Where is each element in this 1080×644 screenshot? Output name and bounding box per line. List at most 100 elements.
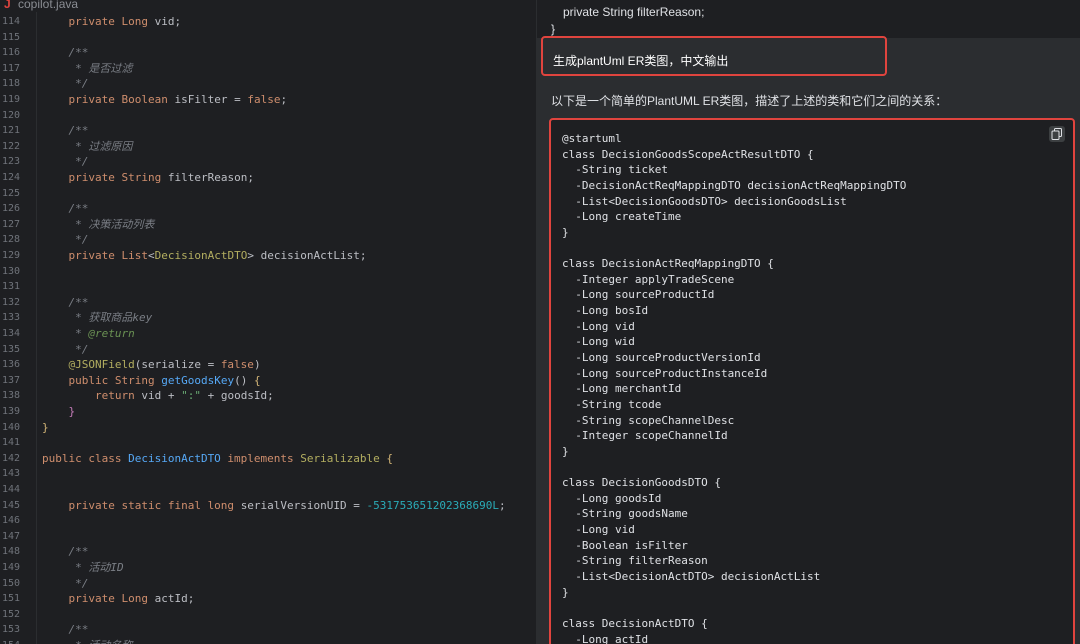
line-number: 116 [1,47,20,59]
line-number: 122 [1,140,20,152]
copy-button[interactable] [1049,126,1065,142]
plantuml-line: -Long sourceProductId [562,288,715,302]
line-number: 115 [1,31,20,43]
line-number: 138 [1,390,20,402]
code-text: private static final long serialVersionU… [42,498,506,512]
plantuml-line: } [562,444,569,458]
code-text: */ [42,155,89,169]
code-line: 132 /** [0,295,536,311]
code-line: 128 */ [0,232,536,248]
plantuml-line: -Long wid [562,335,635,349]
code-line: 139 } [0,404,536,420]
plantuml-code: @startuml class DecisionGoodsScopeActResu… [562,131,906,644]
code-text: */ [42,576,89,590]
code-text: private Boolean isFilter = false; [42,93,288,106]
user-message: 生成plantUml ER类图，中文输出 [541,36,887,76]
code-text: * 决策活动列表 [42,217,155,231]
code-line: 124 private String filterReason; [0,170,536,186]
code-line: 130 [0,264,536,280]
code-line: 135 */ [0,342,536,358]
code-text: private Long actId; [42,592,195,606]
plantuml-line: class DecisionGoodsDTO { [562,476,721,490]
code-text: */ [42,233,89,247]
plantuml-line: -Long createTime [562,210,682,224]
code-text: * 活动ID [42,561,124,574]
line-number: 153 [1,624,20,636]
code-text: public class DecisionActDTO implements S… [42,451,394,465]
code-line: 116 /** [0,45,536,61]
line-number: 142 [1,452,20,464]
line-number: 150 [1,577,20,589]
line-number: 139 [1,406,20,417]
line-number: 140 [1,421,20,433]
code-text: /** [42,295,89,309]
line-number: 125 [1,187,20,199]
code-line: 114 private Long vid; [0,14,536,30]
plantuml-line: class DecisionActReqMappingDTO { [562,257,774,271]
line-number: 151 [1,593,20,605]
code-text: } [42,420,49,434]
line-number: 152 [1,608,20,620]
code-line: 120 [0,108,536,124]
code-text: /** [42,46,89,60]
code-editor[interactable]: J copilot.java 114 private Long vid; 115 1… [0,0,536,644]
code-line: 137 public String getGoodsKey() { [0,373,536,389]
editor-tab[interactable]: J copilot.java [0,0,536,12]
line-number: 123 [1,156,20,168]
code-line: 133 * 获取商品key [0,310,536,326]
code-line: 119 private Boolean isFilter = false; [0,92,536,108]
line-number: 129 [1,250,20,261]
assistant-code-block: @startuml class DecisionGoodsScopeActResu… [549,118,1075,644]
code-text: * 是否过滤 [42,61,133,75]
plantuml-line: } [562,585,569,599]
code-line: 123 */ [0,154,536,170]
code-text: * 获取商品key [42,311,153,325]
line-number: 147 [1,530,20,542]
plantuml-line: -Integer applyTradeScene [562,272,735,286]
code-line: 122 * 过滤原因 [0,139,536,155]
code-line: 134 * @return [0,326,536,342]
code-line: 117 * 是否过滤 [0,61,536,77]
code-line: 152 [0,607,536,623]
line-number: 117 [1,62,20,74]
line-number: 144 [1,484,20,495]
code-line: 148 /** [0,544,536,560]
line-number: 124 [1,172,20,183]
code-text: * 过滤原因 [42,139,133,153]
line-number: 145 [1,499,20,511]
line-number: 133 [1,312,20,324]
code-line: 151 private Long actId; [0,591,536,607]
editor-tab-filename: copilot.java [18,0,79,11]
plantuml-line: -DecisionActReqMappingDTO decisionActReq… [562,178,907,192]
code-text: @JSONField(serialize = false) [42,358,261,372]
code-line: 115 [0,30,536,46]
plantuml-line [562,600,906,616]
plantuml-line: -List<DecisionGoodsDTO> decisionGoodsLis… [562,194,847,208]
plantuml-line: -String goodsName [562,507,688,521]
line-number: 146 [1,515,20,527]
copy-icon [1051,128,1062,140]
line-number: 136 [1,359,20,371]
code-line: 143 [0,466,536,482]
assistant-answer-intro: 以下是一个简单的PlantUML ER类图，描述了上述的类和它们之间的关系： [551,94,948,108]
user-message-text: 生成plantUml ER类图，中文输出 [553,54,729,68]
plantuml-line: -List<DecisionActDTO> decisionActList [562,569,821,583]
plantuml-line [562,459,906,475]
line-number: 118 [1,78,20,90]
java-file-icon: J [4,0,11,11]
line-number: 120 [1,109,20,121]
code-text: * @return [42,327,135,340]
plantuml-line: -String scopeChannelDesc [562,413,735,427]
code-line: 131 [0,279,536,295]
line-number: 148 [1,546,20,558]
code-line: 118 */ [0,76,536,92]
plantuml-line: -Long vid [562,523,635,537]
previous-code-line: private String filterReason; [563,5,705,19]
line-number: 132 [1,296,20,308]
code-line: 145 private static final long serialVers… [0,498,536,514]
code-line: 127 * 决策活动列表 [0,217,536,233]
code-text: } [42,405,76,418]
code-text: * 活动名称 [42,638,132,644]
code-line: 141 [0,435,536,451]
line-number: 121 [1,125,20,137]
